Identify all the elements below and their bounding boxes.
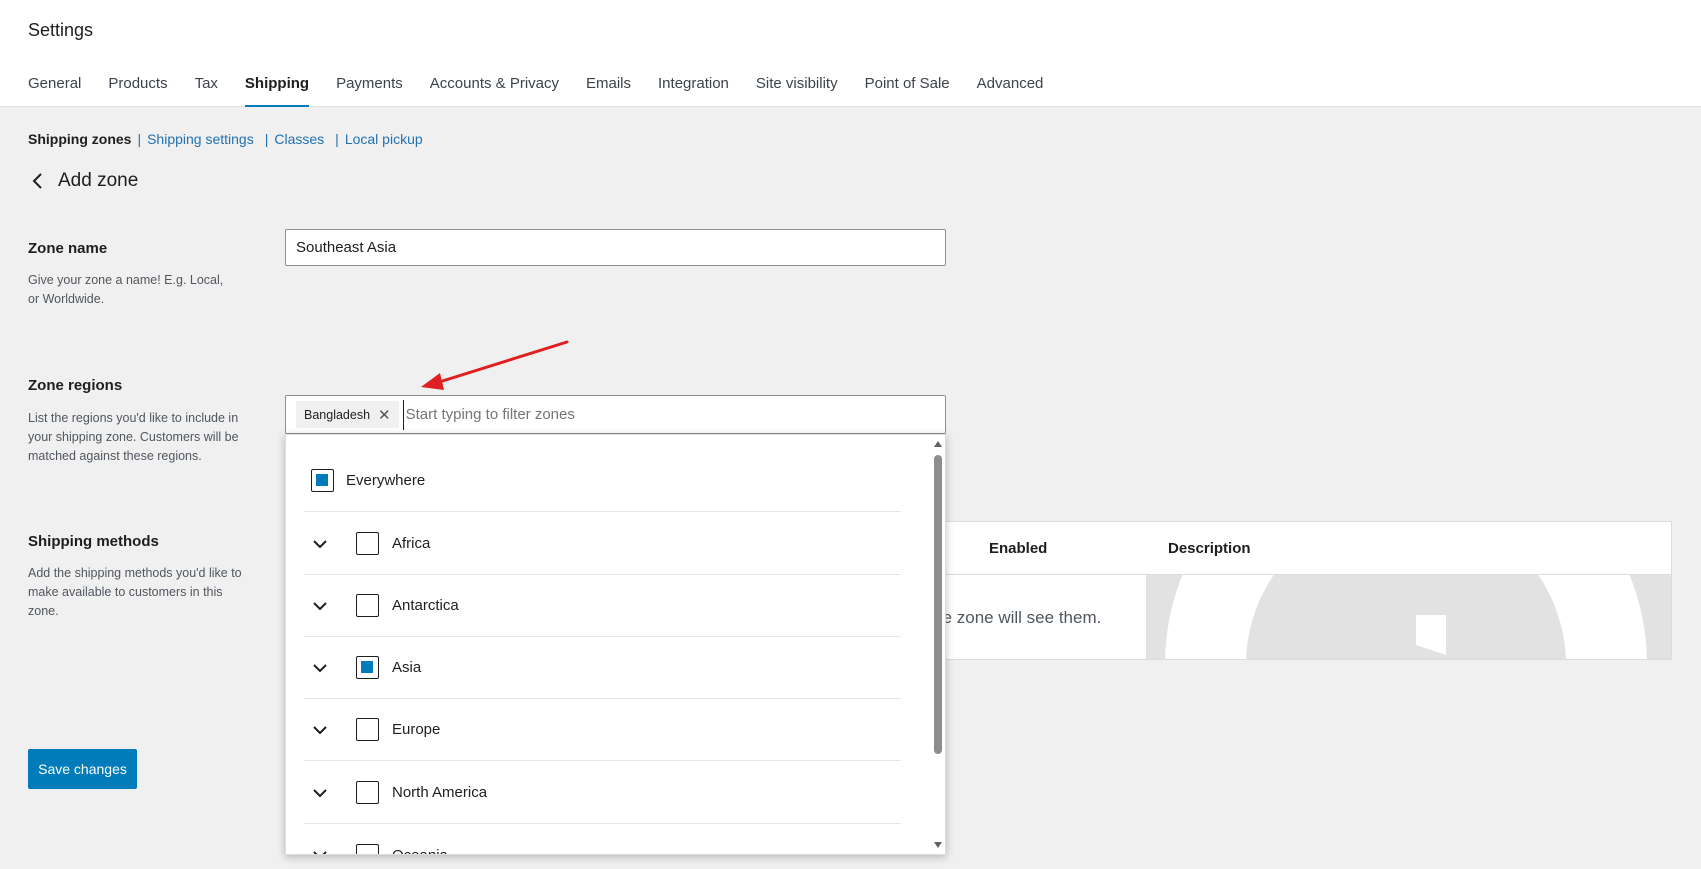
checkbox-europe[interactable] xyxy=(356,718,379,741)
chevron-down-icon[interactable] xyxy=(310,720,330,740)
tab-products[interactable]: Products xyxy=(108,68,167,107)
option-label: Everywhere xyxy=(346,472,426,489)
region-chip: Bangladesh ✕ xyxy=(296,401,399,428)
option-label: Antarctica xyxy=(392,597,459,614)
tab-site-visibility[interactable]: Site visibility xyxy=(756,68,838,107)
chevron-left-icon[interactable] xyxy=(28,171,48,191)
subnav-separator: | xyxy=(335,131,339,147)
page-heading-row: Add zone xyxy=(28,170,138,192)
scrollbar-thumb[interactable] xyxy=(934,455,942,754)
zone-regions-label: Zone regions xyxy=(28,377,123,394)
subnav-shipping-settings[interactable]: Shipping settings xyxy=(147,131,254,147)
tab-shipping[interactable]: Shipping xyxy=(244,68,310,107)
table-header: Enabled Description xyxy=(901,522,1671,575)
zone-regions-field[interactable]: Bangladesh ✕ xyxy=(285,395,946,434)
chevron-down-icon[interactable] xyxy=(310,534,330,554)
shipping-methods-label: Shipping methods xyxy=(28,533,159,550)
checkbox-antarctica[interactable] xyxy=(356,594,379,617)
option-label: Africa xyxy=(392,535,431,552)
tab-payments[interactable]: Payments xyxy=(336,68,403,107)
shipping-subnav: Shipping zones | Shipping settings | Cla… xyxy=(28,131,423,147)
settings-tabs: General Products Tax Shipping Payments A… xyxy=(28,68,1070,107)
tab-point-of-sale[interactable]: Point of Sale xyxy=(865,68,950,107)
option-label: Europe xyxy=(392,721,441,738)
option-antarctica[interactable]: Antarctica xyxy=(304,575,901,637)
region-chip-label: Bangladesh xyxy=(304,407,371,422)
option-label: Asia xyxy=(392,659,422,676)
page-title: Settings xyxy=(28,20,94,40)
checkbox-asia[interactable] xyxy=(356,656,379,679)
zone-name-description: Give your zone a name! E.g. Local, or Wo… xyxy=(28,273,224,306)
dropdown-scrollbar[interactable] xyxy=(933,439,943,852)
chevron-down-icon[interactable] xyxy=(310,845,330,855)
tab-accounts-privacy[interactable]: Accounts & Privacy xyxy=(430,68,559,107)
subnav-classes[interactable]: Classes xyxy=(274,131,324,147)
zone-name-label: Zone name xyxy=(28,240,108,257)
tab-emails[interactable]: Emails xyxy=(586,68,631,107)
checkbox-africa[interactable] xyxy=(356,532,379,555)
save-button[interactable]: Save changes xyxy=(28,749,137,789)
shipping-methods-table: Enabled Description hin the zone will se… xyxy=(900,521,1672,660)
zone-regions-description: List the regions you'd like to include i… xyxy=(28,411,239,463)
option-europe[interactable]: Europe xyxy=(304,699,901,761)
checkbox-oceania[interactable] xyxy=(356,843,379,854)
chevron-down-icon[interactable] xyxy=(310,658,330,678)
subnav-local-pickup[interactable]: Local pickup xyxy=(345,131,423,147)
watermark-logo-icon xyxy=(1146,575,1671,659)
chevron-down-icon[interactable] xyxy=(310,783,330,803)
scroll-up-icon[interactable] xyxy=(934,441,942,447)
option-label: North America xyxy=(392,784,488,801)
subnav-separator: | xyxy=(137,131,142,147)
shipping-methods-description: Add the shipping methods you'd like to m… xyxy=(28,566,242,618)
checkbox-north-america[interactable] xyxy=(356,781,379,804)
chevron-down-icon[interactable] xyxy=(310,596,330,616)
subnav-shipping-zones[interactable]: Shipping zones xyxy=(28,131,131,147)
page-heading: Add zone xyxy=(58,170,139,191)
tab-general[interactable]: General xyxy=(28,68,81,107)
region-dropdown: Everywhere Africa Antarctica Asia Europe… xyxy=(285,434,946,855)
close-icon[interactable]: ✕ xyxy=(378,406,391,424)
zone-name-input[interactable] xyxy=(285,229,946,266)
option-africa[interactable]: Africa xyxy=(304,513,901,575)
tab-integration[interactable]: Integration xyxy=(658,68,729,107)
column-enabled: Enabled xyxy=(989,540,1048,557)
scroll-down-icon[interactable] xyxy=(934,842,942,848)
tab-tax[interactable]: Tax xyxy=(195,68,218,107)
option-north-america[interactable]: North America xyxy=(304,762,901,824)
region-filter-input[interactable] xyxy=(402,399,945,430)
option-everywhere[interactable]: Everywhere xyxy=(304,450,901,512)
column-description: Description xyxy=(1168,540,1251,557)
settings-header: Settings General Products Tax Shipping P… xyxy=(0,0,1701,107)
subnav-separator: | xyxy=(264,131,269,147)
tab-advanced[interactable]: Advanced xyxy=(977,68,1044,107)
checkbox-everywhere[interactable] xyxy=(311,469,334,492)
option-oceania[interactable]: Oceania xyxy=(304,824,901,855)
option-asia[interactable]: Asia xyxy=(304,637,901,699)
option-label: Oceania xyxy=(392,846,448,855)
